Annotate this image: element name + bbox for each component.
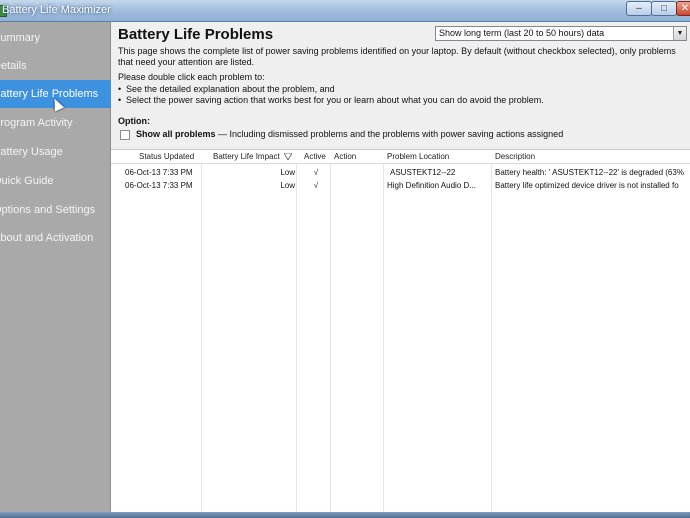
sidebar-item-details[interactable]: Details — [0, 52, 111, 80]
instructions-lead: Please double click each problem to: — [118, 72, 265, 82]
close-button[interactable]: ✕ — [676, 1, 690, 16]
cell-status-updated: 06-Oct-13 7:33 PM — [125, 168, 193, 177]
column-divider — [383, 150, 384, 512]
column-header-battery-life-impact[interactable]: Battery Life Impact — [213, 150, 285, 164]
dropdown-arrow-icon[interactable]: ▼ — [673, 27, 686, 40]
cell-active: √ — [313, 168, 319, 177]
column-header-active[interactable]: Active — [304, 150, 328, 164]
sidebar-item-program-activity[interactable]: Program Activity — [0, 109, 111, 137]
sidebar-item-battery-usage[interactable]: Battery Usage — [0, 138, 111, 166]
column-divider — [330, 150, 331, 512]
column-divider — [491, 150, 492, 512]
maximize-button[interactable]: □ — [651, 1, 677, 16]
show-all-detail: — Including dismissed problems and the p… — [215, 129, 564, 139]
taskbar-edge — [0, 512, 690, 518]
minimize-button[interactable]: – — [626, 1, 652, 16]
title-bar: Battery Life Maximizer – □ ✕ — [0, 0, 690, 22]
cell-impact: Low — [280, 181, 295, 190]
cell-action — [334, 179, 379, 192]
column-divider — [296, 150, 297, 512]
sort-descending-icon — [284, 153, 292, 160]
cell-location: High Definition Audio D... — [387, 181, 476, 190]
column-divider — [201, 150, 202, 512]
instructions: Please double click each problem to: See… — [118, 72, 688, 107]
cell-status-updated: 06-Oct-13 7:33 PM — [125, 181, 193, 190]
problems-table: Status Updated Battery Life Impact Activ… — [111, 149, 690, 512]
instruction-bullet: See the detailed explanation about the p… — [118, 84, 688, 96]
table-row[interactable]: 06-Oct-13 7:33 PM Low √ ASUSTEKT12--22 B… — [111, 166, 690, 179]
sidebar: Summary Details Battery Life Problems Pr… — [0, 22, 111, 512]
cell-action — [334, 166, 379, 179]
cell-impact: Low — [280, 168, 295, 177]
table-header: Status Updated Battery Life Impact Activ… — [111, 150, 690, 164]
option-label: Option: — [118, 116, 150, 126]
show-all-label[interactable]: Show all problems — Including dismissed … — [136, 129, 563, 139]
show-all-title: Show all problems — [136, 129, 216, 139]
data-range-dropdown[interactable]: Show long term (last 20 to 50 hours) dat… — [435, 26, 687, 41]
window-title: Battery Life Maximizer — [2, 4, 111, 16]
column-header-problem-location[interactable]: Problem Location — [387, 150, 487, 164]
sidebar-item-quick-guide[interactable]: Quick Guide — [0, 167, 111, 195]
column-header-status-updated[interactable]: Status Updated — [139, 150, 201, 164]
sidebar-item-about-and-activation[interactable]: About and Activation — [0, 224, 111, 252]
cell-active: √ — [313, 181, 319, 190]
data-range-value: Show long term (last 20 to 50 hours) dat… — [439, 28, 605, 38]
cell-location: ASUSTEKT12--22 — [390, 168, 456, 177]
cell-description: Battery health: ' ASUSTEKT12--22' is deg… — [495, 168, 684, 177]
column-header-action[interactable]: Action — [334, 150, 379, 164]
sidebar-item-options-and-settings[interactable]: Options and Settings — [0, 196, 111, 224]
column-header-description[interactable]: Description — [495, 150, 685, 164]
main-panel: Battery Life Problems Show long term (la… — [111, 22, 690, 512]
sidebar-item-summary[interactable]: Summary — [0, 24, 111, 52]
show-all-checkbox[interactable] — [120, 130, 130, 140]
cell-description: Battery life optimized device driver is … — [495, 181, 679, 190]
table-row[interactable]: 06-Oct-13 7:33 PM Low √ High Definition … — [111, 179, 690, 192]
intro-text: This page shows the complete list of pow… — [118, 46, 676, 67]
instruction-bullet: Select the power saving action that work… — [118, 95, 688, 107]
page-title: Battery Life Problems — [118, 26, 274, 43]
